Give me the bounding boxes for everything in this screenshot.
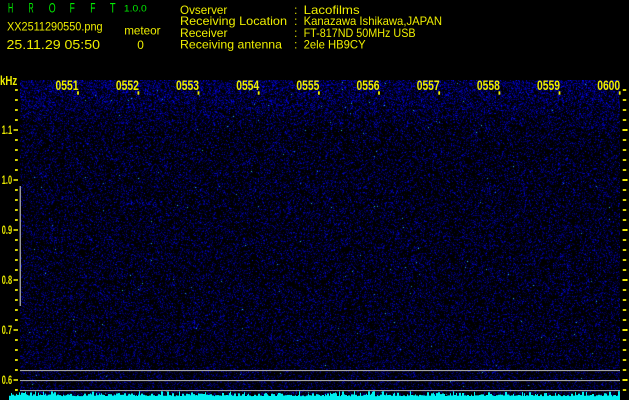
svg-text:0.6: 0.6 <box>2 373 12 387</box>
svg-text:F: F <box>70 1 75 16</box>
svg-text:R: R <box>29 1 34 16</box>
svg-text:2ele HB9CY: 2ele HB9CY <box>304 38 366 51</box>
svg-text:0: 0 <box>137 38 144 52</box>
svg-text:T: T <box>110 1 116 16</box>
svg-text:O: O <box>49 1 56 16</box>
svg-text:0558: 0558 <box>477 78 500 93</box>
svg-text::: : <box>294 38 297 51</box>
svg-text:0.7: 0.7 <box>2 323 12 337</box>
svg-text:0.9: 0.9 <box>2 223 12 237</box>
svg-text:1.0.0: 1.0.0 <box>124 4 147 15</box>
svg-text:meteor: meteor <box>124 24 160 38</box>
svg-text:Receiving antenna: Receiving antenna <box>180 38 283 51</box>
svg-text:25.11.29 05:50: 25.11.29 05:50 <box>7 38 101 52</box>
svg-text:0557: 0557 <box>417 78 440 93</box>
svg-text:0600: 0600 <box>597 78 620 93</box>
svg-text:kHz: kHz <box>0 73 18 88</box>
svg-text:F: F <box>90 1 95 16</box>
svg-text:H: H <box>8 1 13 16</box>
svg-text:0551: 0551 <box>56 78 79 93</box>
svg-text:0552: 0552 <box>116 78 139 93</box>
svg-text:1.1: 1.1 <box>2 123 12 137</box>
svg-text:0553: 0553 <box>176 78 199 93</box>
svg-text:0554: 0554 <box>236 78 259 93</box>
svg-text:XX2511290550.png: XX2511290550.png <box>7 19 103 33</box>
svg-text:1.0: 1.0 <box>2 173 12 187</box>
svg-text:0555: 0555 <box>296 78 319 93</box>
svg-text:0559: 0559 <box>537 78 560 93</box>
svg-text:0.8: 0.8 <box>2 273 12 287</box>
svg-text:0556: 0556 <box>357 78 380 93</box>
